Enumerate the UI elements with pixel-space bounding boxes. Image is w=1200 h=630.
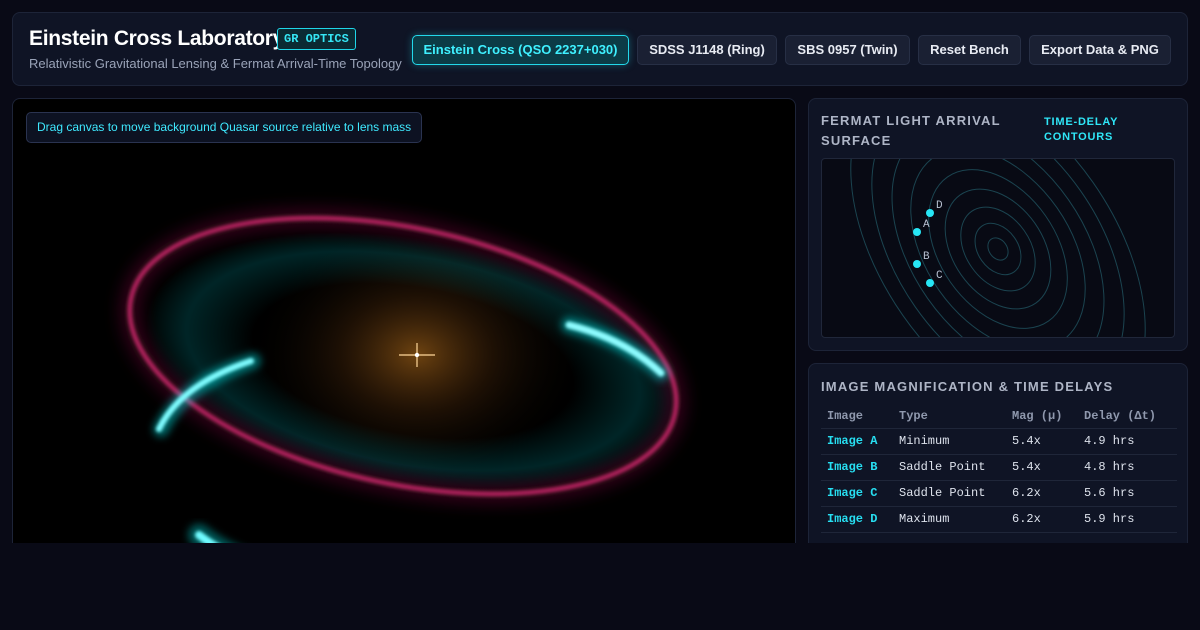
contour-lines [850,159,1146,337]
cell-mag: 5.4x [1006,454,1078,481]
time-delay-tag: Time-Delay Contours [1044,116,1119,143]
cell-delay: 5.6 hrs [1078,480,1177,507]
col-header-image: Image [821,404,893,429]
image-point-c [926,279,934,287]
table-row: Image A Minimum 5.4x 4.9 hrs [821,428,1177,455]
magnification-panel: Image Magnification & Time Delays Image … [808,363,1188,543]
magnification-title: Image Magnification & Time Delays [821,379,1114,394]
image-label-a: A [923,219,930,231]
image-label-c: C [936,270,943,282]
cell-type: Maximum [893,506,1006,533]
cell-delay: 5.9 hrs [1078,506,1177,533]
cell-delay: 4.9 hrs [1078,428,1177,455]
col-header-mag: Mag (μ) [1006,404,1078,429]
col-header-type: Type [893,404,1006,429]
drag-hint: Drag canvas to move background Quasar so… [26,112,423,143]
table-header-row: Image Type Mag (μ) Delay (Δt) [821,404,1177,429]
magnification-table: Image Type Mag (μ) Delay (Δt) Image A Mi… [821,404,1177,533]
image-label-b: B [923,251,930,263]
cell-delay: 4.8 hrs [1078,454,1177,481]
cell-mag: 6.2x [1006,506,1078,533]
cell-type: Saddle Point [893,480,1006,507]
optics-badge: GR OPTICS [277,28,356,50]
arc-image-bottom-core [195,531,218,543]
image-point-d [926,209,934,217]
lensing-render [122,211,684,543]
lensing-canvas[interactable]: Drag canvas to move background Quasar so… [12,98,796,543]
fermat-contour-plot: D A B C [821,158,1175,338]
cell-image: Image C [821,480,893,507]
image-label-d: D [936,200,943,212]
fermat-panel: Fermat Light Arrival Surface Time-Delay … [808,98,1188,351]
cell-mag: 5.4x [1006,428,1078,455]
preset-einstein-cross-button[interactable]: Einstein Cross (QSO 2237+030) [412,35,629,65]
reset-bench-button[interactable]: Reset Bench [918,35,1021,65]
preset-sbs-twin-button[interactable]: SBS 0957 (Twin) [785,35,910,65]
table-row: Image D Maximum 6.2x 5.9 hrs [821,506,1177,533]
cell-type: Saddle Point [893,454,1006,481]
table-row: Image B Saddle Point 5.4x 4.8 hrs [821,454,1177,481]
col-header-delay: Delay (Δt) [1078,404,1177,429]
image-point-b [913,260,921,268]
app-title: Einstein Cross Laboratory [29,27,285,50]
fermat-contour-svg: D A B C [850,159,1146,337]
table-row: Image C Saddle Point 6.2x 5.6 hrs [821,480,1177,507]
preset-sdss-ring-button[interactable]: SDSS J1148 (Ring) [637,35,777,65]
cell-type: Minimum [893,428,1006,455]
app-header: Einstein Cross Laboratory GR OPTICS Rela… [12,12,1188,86]
cell-image: Image B [821,454,893,481]
cell-mag: 6.2x [1006,480,1078,507]
app-subtitle: Relativistic Gravitational Lensing & Fer… [29,56,402,71]
cell-image: Image D [821,506,893,533]
cell-image: Image A [821,428,893,455]
arc-image-bottom [188,524,233,543]
image-point-a [913,228,921,236]
fermat-title: Fermat Light Arrival Surface [821,113,1001,148]
export-data-button[interactable]: Export Data & PNG [1029,35,1171,65]
